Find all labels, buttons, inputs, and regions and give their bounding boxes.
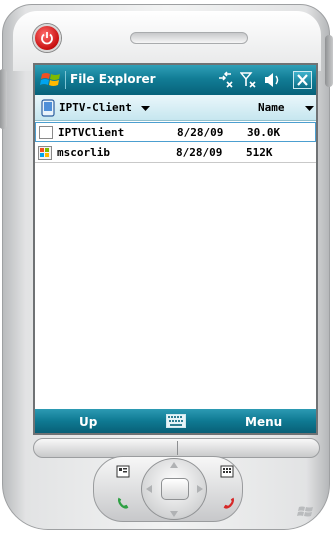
dpad-down-icon[interactable] [170,511,178,517]
connectivity-icon[interactable] [217,71,235,89]
menu-softkey[interactable]: Menu [245,415,282,429]
close-icon [297,74,308,86]
dpad-left-icon[interactable] [146,485,152,493]
sort-dropdown[interactable]: Name [258,101,285,114]
device-icon [41,99,55,117]
dpad-right-icon[interactable] [197,485,203,493]
device-screen: File Explorer IPTV-Client Name IPTVClien… [33,63,318,435]
power-button[interactable] [33,24,61,52]
close-button[interactable] [293,71,312,89]
document-icon [39,126,53,139]
file-size: 512K [246,146,273,159]
contacts-key-icon[interactable] [217,463,237,481]
no-signal-icon[interactable] [240,71,258,89]
call-key-icon[interactable] [113,494,133,512]
hardware-softkey-divider [177,441,178,455]
file-date: 8/28/09 [176,146,223,159]
up-softkey[interactable]: Up [79,415,97,429]
hardware-softkey-bar[interactable] [33,438,320,458]
speaker-icon[interactable] [263,71,283,89]
title-separator [65,71,66,89]
current-folder[interactable]: IPTV-Client [59,101,132,114]
sort-dropdown-icon[interactable] [305,106,314,112]
end-call-key-icon[interactable] [219,494,239,512]
file-name: mscorlib [57,146,110,159]
power-icon [41,32,53,45]
folder-dropdown-icon[interactable] [141,106,150,112]
app-title: File Explorer [70,72,156,86]
program-icon [38,146,52,160]
file-row[interactable]: IPTVClient 8/28/09 30.0K [35,122,316,142]
file-size: 30.0K [247,126,281,139]
calendar-key-icon[interactable] [113,463,133,481]
dpad-center-button[interactable] [161,478,189,500]
windows-flag-icon[interactable] [39,68,63,92]
speaker-grille [130,32,248,44]
side-action-button[interactable] [325,35,333,87]
title-bar: File Explorer [35,65,316,95]
file-date: 8/28/09 [177,126,224,139]
softkey-bar: Up Menu [35,409,316,433]
windows-logo-icon [297,506,313,517]
side-volume-button[interactable] [0,69,7,129]
file-name: IPTVClient [58,126,125,139]
folder-bar[interactable]: IPTV-Client Name [35,95,316,121]
dpad-up-icon[interactable] [170,462,178,468]
keyboard-icon[interactable] [166,414,186,428]
file-row[interactable]: mscorlib 8/28/09 512K [35,143,316,163]
